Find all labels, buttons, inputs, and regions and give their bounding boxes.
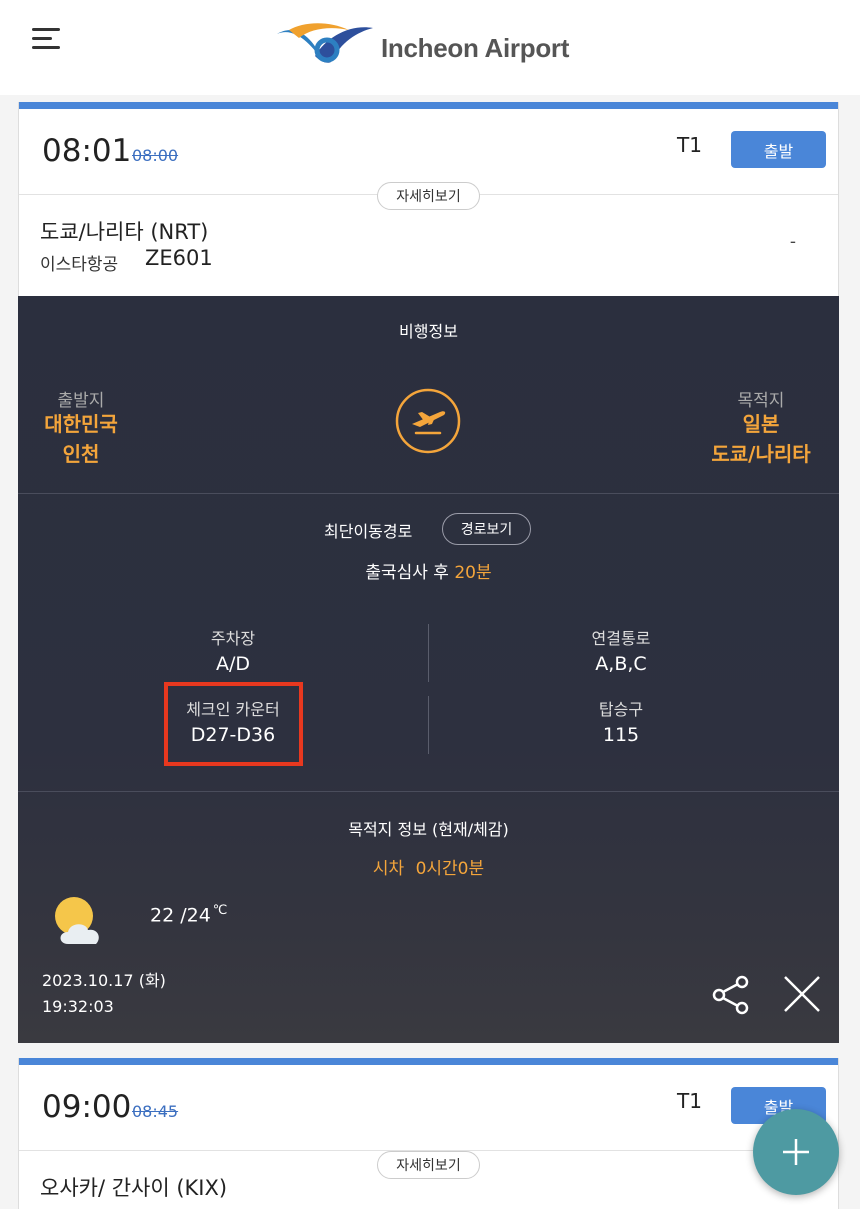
flight-destination-row: 자세히보기 오사카/ 간사이 (KIX) [19,1151,838,1209]
close-icon[interactable] [782,974,822,1014]
scheduled-time: 08:00 [132,146,179,165]
route-view-button[interactable]: 경로보기 [442,513,531,545]
origin-country: 대한민국 [44,412,118,436]
plus-icon [783,1139,809,1165]
flight-card[interactable]: 08:01 08:00 T1 출발 자세히보기 도쿄/나리타 (NRT) 이스타… [18,102,839,296]
destination-name: 도쿄/나리타 (NRT) [40,220,209,244]
share-icon[interactable] [710,974,752,1016]
divider-vertical [428,696,429,754]
app-header: Incheon Airport [0,0,860,95]
checkin-highlight-box [164,682,303,766]
departure-plane-icon [395,388,461,454]
divider [18,493,839,494]
card-accent-bar [19,102,838,109]
partly-cloudy-icon [55,897,99,944]
incheon-airport-logo[interactable]: Incheon Airport [275,14,569,74]
temperature-unit: ℃ [212,903,228,918]
destination-label: 목적지 [737,391,785,411]
connection-value: A,B,C [595,653,647,675]
timestamp: 2023.10.17 (화) 19:32:03 [42,968,166,1020]
brand-name: Incheon Airport [381,32,570,63]
time-diff-label: 시차 [372,859,405,879]
gate-value: 115 [602,724,640,746]
parking-label: 주차장 [210,629,256,648]
clock-text: 19:32:03 [42,997,114,1016]
time-difference: 시차 0시간0분 [18,854,839,879]
airline-name: 이스타항공 [40,255,119,275]
extra-info: - [789,232,796,252]
route-text: 출국심사 후 [365,563,449,583]
destination-city: 도쿄/나리타 [711,442,811,466]
flight-destination-row: 자세히보기 도쿄/나리타 (NRT) 이스타항공 ZE601 - [19,182,838,297]
departure-time: 09:00 [42,1089,132,1125]
terminal-label: T1 [677,1089,702,1113]
date-text: 2023.10.17 (화) [42,971,166,990]
parking-value: A/D [215,653,251,675]
flight-detail-panel: 비행정보 출발지 대한민국 인천 목적지 일본 도쿄/나리타 최단이동경로 경로… [18,296,839,1043]
card-accent-bar [19,1058,838,1065]
hamburger-menu-icon[interactable] [32,28,60,50]
divider-vertical [428,624,429,682]
departure-time: 08:01 [42,133,132,169]
route-summary: 출국심사 후 20분 [18,558,839,583]
gate-label: 탑승구 [598,700,644,719]
origin-label: 출발지 [57,391,105,411]
temperature: 22 /24 ℃ [150,903,227,926]
flight-number: ZE601 [145,246,213,270]
temperature-value: 22 /24 [150,904,211,927]
scheduled-time: 08:45 [132,1102,179,1121]
destination-country: 일본 [742,412,780,436]
add-button[interactable] [753,1109,839,1195]
divider [18,791,839,792]
route-minutes: 20분 [454,563,492,583]
terminal-label: T1 [677,133,702,157]
origin-city: 인천 [62,442,100,466]
departure-status-button[interactable]: 출발 [731,131,826,168]
flight-card[interactable]: 09:00 08:45 T1 출발 자세히보기 오사카/ 간사이 (KIX) [18,1058,839,1209]
logo-mark-icon [277,23,373,63]
route-title: 최단이동경로 [324,522,413,541]
connection-label: 연결통로 [591,629,651,648]
flight-info-title: 비행정보 [399,322,458,341]
time-diff-value: 0시간0분 [415,859,485,879]
destination-name: 오사카/ 간사이 (KIX) [40,1176,228,1200]
detail-view-button[interactable]: 자세히보기 [377,1151,480,1179]
flight-time-row: 09:00 08:45 T1 출발 [19,1065,838,1151]
destination-info-title: 목적지 정보 (현재/체감) [348,820,509,839]
detail-view-button[interactable]: 자세히보기 [377,182,480,210]
